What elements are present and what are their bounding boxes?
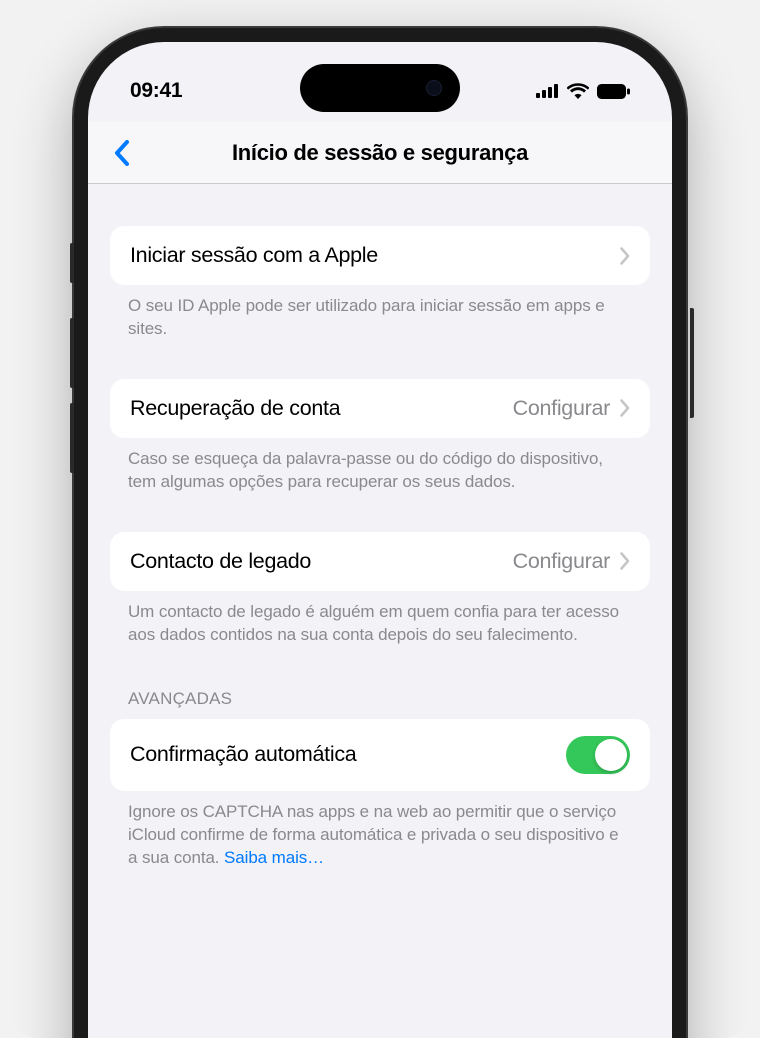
section-footer: Caso se esqueça da palavra-passe ou do c…: [110, 438, 650, 494]
nav-title: Início de sessão e segurança: [98, 140, 662, 166]
cell-title: Contacto de legado: [130, 549, 311, 574]
chevron-left-icon: [114, 140, 130, 166]
cellular-icon: [536, 84, 559, 98]
cell-value: Configurar: [513, 396, 610, 421]
status-icons: [536, 83, 630, 99]
section-header: AVANÇADAS: [110, 689, 650, 719]
section-signin: Iniciar sessão com a Apple O seu ID Appl…: [110, 226, 650, 341]
cell-title: Iniciar sessão com a Apple: [130, 243, 378, 268]
dynamic-island: [300, 64, 460, 112]
battery-icon: [597, 84, 630, 99]
section-recovery: Recuperação de conta Configurar Caso se …: [110, 379, 650, 494]
cell-accessory: Configurar: [513, 396, 630, 421]
toggle-knob: [595, 739, 627, 771]
nav-bar: Início de sessão e segurança: [88, 122, 672, 184]
section-legacy: Contacto de legado Configurar Um contact…: [110, 532, 650, 647]
mute-switch: [70, 243, 74, 283]
auto-verify-cell: Confirmação automática: [110, 719, 650, 791]
chevron-right-icon: [620, 552, 630, 570]
learn-more-link[interactable]: Saiba mais…: [224, 848, 324, 867]
cell-value: Configurar: [513, 549, 610, 574]
power-button: [690, 308, 694, 418]
screen: 09:41: [88, 42, 672, 1038]
back-button[interactable]: [102, 133, 142, 173]
wifi-icon: [567, 83, 589, 99]
chevron-right-icon: [620, 247, 630, 265]
front-camera: [426, 80, 442, 96]
status-time: 09:41: [130, 79, 182, 103]
cell-accessory: Configurar: [513, 549, 630, 574]
section-footer: O seu ID Apple pode ser utilizado para i…: [110, 285, 650, 341]
footer-text: Ignore os CAPTCHA nas apps e na web ao p…: [128, 802, 619, 867]
cell-accessory: [620, 247, 630, 265]
signin-with-apple-cell[interactable]: Iniciar sessão com a Apple: [110, 226, 650, 285]
page-background: 09:41: [0, 0, 760, 1038]
chevron-right-icon: [620, 399, 630, 417]
phone-frame: 09:41: [74, 28, 686, 1038]
auto-verify-toggle[interactable]: [566, 736, 630, 774]
section-footer: Um contacto de legado é alguém em quem c…: [110, 591, 650, 647]
volume-down-button: [70, 403, 74, 473]
section-footer: Ignore os CAPTCHA nas apps e na web ao p…: [110, 791, 650, 870]
volume-up-button: [70, 318, 74, 388]
settings-content: Iniciar sessão com a Apple O seu ID Appl…: [88, 184, 672, 869]
cell-title: Confirmação automática: [130, 742, 356, 767]
legacy-contact-cell[interactable]: Contacto de legado Configurar: [110, 532, 650, 591]
cell-title: Recuperação de conta: [130, 396, 340, 421]
section-advanced: AVANÇADAS Confirmação automática Ignore …: [110, 689, 650, 870]
account-recovery-cell[interactable]: Recuperação de conta Configurar: [110, 379, 650, 438]
